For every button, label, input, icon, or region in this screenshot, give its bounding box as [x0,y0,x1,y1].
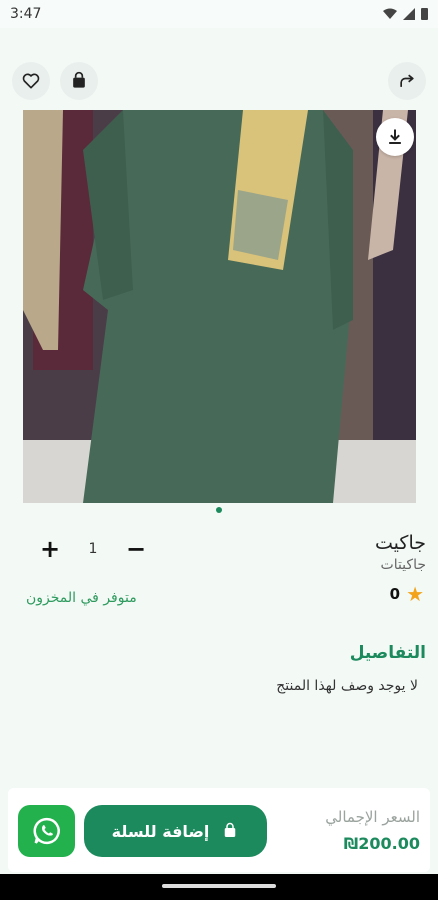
download-icon [389,129,401,144]
add-to-cart-button[interactable]: إضافة للسلة [84,805,267,857]
add-to-cart-label: إضافة للسلة [111,821,210,841]
quantity-stepper: + 1 − [38,535,148,563]
product-photo [23,110,416,503]
signal-icon [403,8,415,20]
checkout-bar: إضافة للسلة السعر الإجمالي ₪200.00 [8,788,430,872]
favorite-button[interactable] [12,62,50,100]
battery-icon [421,8,428,20]
decrease-button[interactable]: − [124,535,148,563]
product-image[interactable] [23,110,416,503]
rating-value: 0 [389,585,401,603]
shopping-bag-icon [225,822,236,837]
details-heading: التفاصيل [349,643,426,663]
share-icon [400,74,414,87]
status-time: 3:47 [10,6,42,22]
system-nav-bar [0,874,438,900]
share-button[interactable] [388,62,426,100]
star-icon: ★ [406,582,424,606]
details-description: لا يوجد وصف لهذا المنتج [276,678,418,694]
whatsapp-button[interactable] [18,805,75,857]
quantity-value: 1 [88,541,98,557]
product-name: جاكيت [375,532,426,554]
total-price-label: السعر الإجمالي [325,808,420,826]
product-category: جاكيتات [380,557,426,573]
total-price-value: ₪200.00 [343,834,420,853]
image-pager-dot [216,507,222,513]
status-icons [383,8,428,20]
download-button[interactable] [376,118,414,156]
stock-status: متوفر في المخزون [26,590,137,606]
wifi-icon [383,8,397,19]
product-rating: 0 ★ [390,582,424,606]
home-gesture-handle[interactable] [162,884,276,888]
status-bar: 3:47 [0,0,438,28]
heart-icon [22,73,40,89]
increase-button[interactable]: + [38,535,62,563]
shopping-bag-icon [73,71,85,88]
whatsapp-icon [32,817,60,845]
cart-button[interactable] [60,62,98,100]
